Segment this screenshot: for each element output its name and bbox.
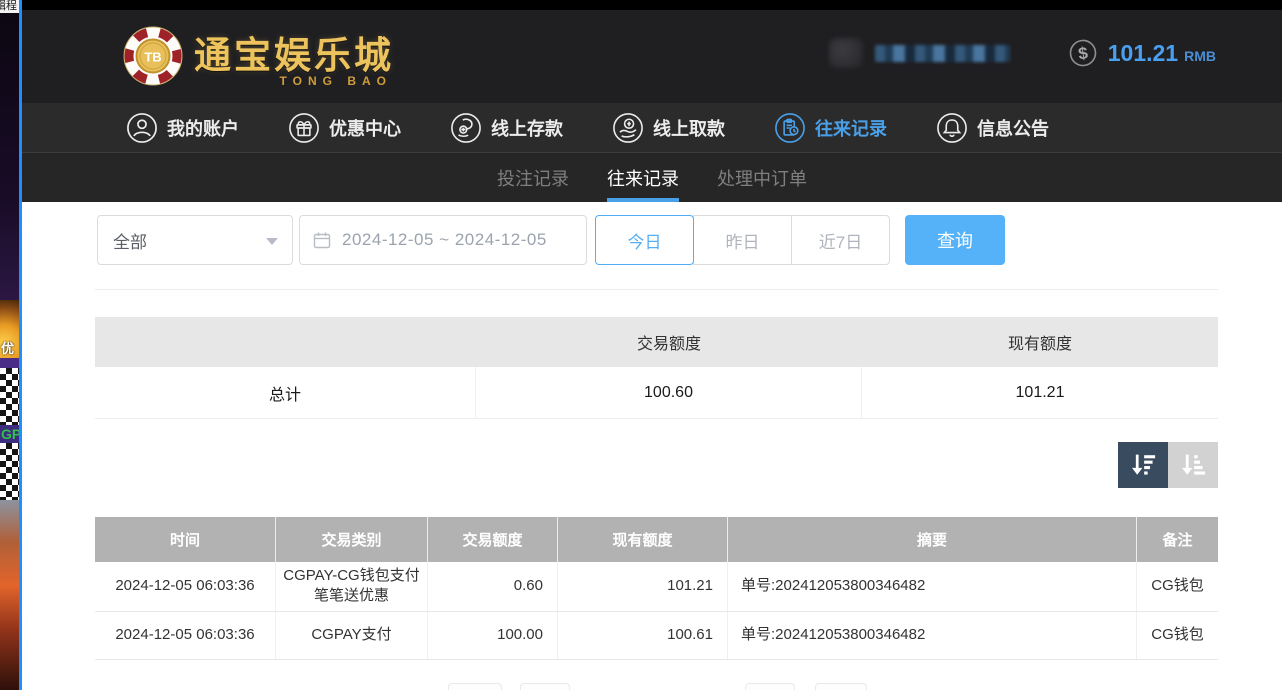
nav-label: 信息公告 [977, 115, 1049, 141]
cell-time: 2024-12-05 06:03:36 [95, 612, 276, 659]
sort-descending-icon [1128, 450, 1158, 480]
username-redacted[interactable] [875, 45, 1010, 62]
sort-ascending-button[interactable] [1168, 442, 1218, 488]
nav-label: 往来记录 [815, 115, 887, 141]
cell-balance: 100.61 [558, 612, 728, 659]
records-content: 全部 2024-12-05 ~ 2024-12-05 今日 昨日 近7日 查询 [22, 202, 1282, 689]
col-header-amount: 交易额度 [428, 517, 558, 562]
search-button[interactable]: 查询 [905, 215, 1005, 265]
today-button[interactable]: 今日 [595, 215, 694, 265]
cell-summary: 单号:202412053800346482 [728, 562, 1137, 611]
nav-label: 线上取款 [653, 115, 725, 141]
pagination-button[interactable] [448, 683, 502, 690]
top-black-band [22, 0, 1282, 10]
col-header-note: 备注 [1137, 517, 1218, 562]
record-subtabs: 投注记录 往来记录 处理中订单 [22, 153, 1282, 202]
poker-chip-icon: TB [122, 25, 184, 87]
table-row: 2024-12-05 06:03:36 CGPAY-CG钱包支付笔笔送优惠 0.… [95, 562, 1218, 612]
nav-item-my-account[interactable]: 我的账户 [126, 112, 239, 144]
summary-transaction-amount: 100.60 [476, 367, 862, 418]
screen: 辑程 优 GP TB 通宝娱乐城 TONG BAO [0, 0, 1282, 690]
summary-header-current-balance: 现有额度 [862, 317, 1218, 367]
transactions-table-header: 时间 交易类别 交易额度 现有额度 摘要 备注 [95, 517, 1218, 562]
nav-item-announcements[interactable]: 信息公告 [936, 112, 1049, 144]
cell-note: CG钱包 [1137, 612, 1218, 659]
nav-label: 我的账户 [167, 115, 239, 141]
type-select-value: 全部 [113, 228, 147, 253]
tab-betting-records[interactable]: 投注记录 [497, 153, 569, 202]
transactions-table: 时间 交易类别 交易额度 现有额度 摘要 备注 2024-12-05 06:03… [95, 517, 1218, 660]
nav-label: 线上存款 [491, 115, 563, 141]
sort-ascending-icon [1178, 450, 1208, 480]
nav-label: 优惠中心 [329, 115, 401, 141]
user-icon [126, 112, 158, 144]
table-row: 2024-12-05 06:03:36 CGPAY支付 100.00 100.6… [95, 612, 1218, 660]
site-header: TB 通宝娱乐城 TONG BAO $ 101.21 RMB [22, 10, 1282, 103]
cell-note: CG钱包 [1137, 562, 1218, 611]
divider [95, 289, 1218, 290]
nav-item-withdraw[interactable]: 线上取款 [612, 112, 725, 144]
cell-type: CGPAY-CG钱包支付笔笔送优惠 [276, 562, 428, 611]
date-range-value: 2024-12-05 ~ 2024-12-05 [342, 230, 547, 250]
records-icon [774, 112, 806, 144]
avatar[interactable] [829, 38, 863, 68]
gift-icon [288, 112, 320, 144]
quick-range-group: 今日 昨日 近7日 [595, 215, 890, 265]
background-char-fragment: 优 [1, 338, 14, 357]
summary-total-label: 总计 [95, 367, 476, 418]
col-header-summary: 摘要 [728, 517, 1137, 562]
svg-text:$: $ [1077, 43, 1090, 63]
cell-type: CGPAY支付 [276, 612, 428, 659]
summary-total-row: 总计 100.60 101.21 [95, 367, 1218, 419]
brand-logo[interactable]: TB 通宝娱乐城 TONG BAO [122, 25, 394, 87]
cell-balance: 101.21 [558, 562, 728, 611]
sort-descending-button[interactable] [1118, 442, 1168, 488]
summary-header-empty [95, 317, 476, 367]
nav-item-deposit[interactable]: 线上存款 [450, 112, 563, 144]
pagination-button[interactable] [520, 683, 570, 690]
cell-time: 2024-12-05 06:03:36 [95, 562, 276, 611]
dollar-coin-icon: $ [1066, 36, 1100, 70]
yesterday-button[interactable]: 昨日 [693, 215, 792, 265]
type-select[interactable]: 全部 [97, 215, 293, 265]
brand-text: 通宝娱乐城 TONG BAO [194, 36, 394, 76]
col-header-balance: 现有额度 [558, 517, 728, 562]
tab-transaction-records[interactable]: 往来记录 [607, 153, 679, 202]
summary-header-transaction-amount: 交易额度 [476, 317, 862, 367]
col-header-type: 交易类别 [276, 517, 428, 562]
tab-pending-orders[interactable]: 处理中订单 [717, 153, 807, 202]
user-cluster: $ 101.21 RMB [829, 38, 1216, 68]
balance-amount: 101.21 [1108, 40, 1178, 67]
brand-name-en: TONG BAO [280, 74, 392, 88]
summary-table-header: 交易额度 现有额度 [95, 317, 1218, 367]
deposit-icon [450, 112, 482, 144]
date-range-input[interactable]: 2024-12-05 ~ 2024-12-05 [299, 215, 587, 265]
summary-table: 交易额度 现有额度 总计 100.60 101.21 [95, 317, 1218, 419]
svg-text:TB: TB [144, 50, 161, 65]
main-nav: 我的账户 优惠中心 线上存款 [22, 103, 1282, 153]
pagination-button[interactable] [745, 683, 795, 690]
last-7-days-button[interactable]: 近7日 [791, 215, 890, 265]
cell-amount: 0.60 [428, 562, 558, 611]
background-window-strip: 辑程 优 GP [0, 0, 22, 690]
balance-currency: RMB [1184, 48, 1216, 64]
withdraw-icon [612, 112, 644, 144]
balance-display[interactable]: $ 101.21 RMB [1068, 38, 1216, 68]
bell-icon [936, 112, 968, 144]
nav-item-transaction-records[interactable]: 往来记录 [774, 112, 887, 144]
col-header-time: 时间 [95, 517, 276, 562]
summary-current-balance: 101.21 [862, 367, 1218, 418]
brand-name-cn: 通宝娱乐城 [194, 36, 394, 76]
main-page: TB 通宝娱乐城 TONG BAO $ 101.21 RMB [22, 0, 1282, 690]
pagination-button[interactable] [815, 683, 867, 690]
chevron-down-icon [266, 238, 278, 245]
cell-amount: 100.00 [428, 612, 558, 659]
calendar-icon [312, 230, 332, 250]
cell-summary: 单号:202412053800346482 [728, 612, 1137, 659]
nav-item-promotions[interactable]: 优惠中心 [288, 112, 401, 144]
